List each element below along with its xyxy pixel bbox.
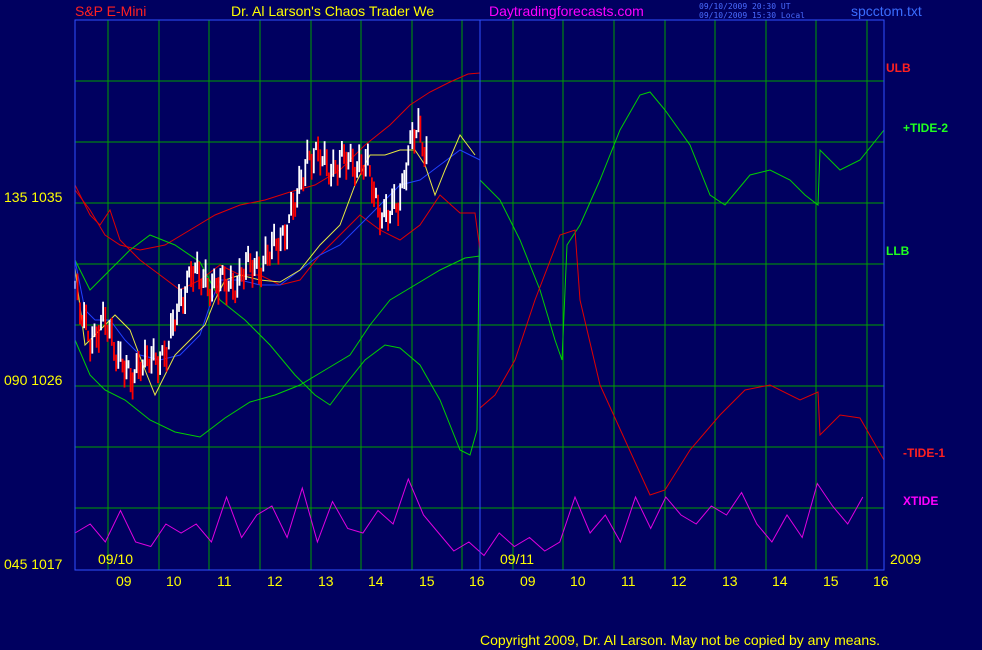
date-label: 2009	[890, 551, 922, 567]
timestamp-local: 09/10/2009 15:30 Local	[699, 11, 805, 20]
legend-ulb: ULB	[886, 61, 911, 75]
chart	[74, 19, 885, 571]
y-tick-label: 045 1017	[4, 556, 63, 572]
x-tick-label: 16	[469, 573, 485, 589]
legend-tide2: +TIDE-2	[903, 121, 949, 135]
price-bars	[74, 108, 428, 400]
legend-xtide: XTIDE	[903, 494, 939, 508]
date-label: 09/11	[500, 551, 534, 567]
x-tick-label: 13	[318, 573, 334, 589]
x-tick-label: 15	[419, 573, 435, 589]
legend-llb: LLB	[886, 244, 910, 258]
y-tick-label: 135 1035	[4, 189, 63, 205]
chart-title: Dr. Al Larson's Chaos Trader We	[231, 3, 435, 19]
date-label: 09/10	[98, 551, 134, 567]
x-tick-label: 12	[671, 573, 687, 589]
ulb-line	[74, 72, 481, 251]
x-tick-label: 10	[166, 573, 182, 589]
x-tick-label: 10	[570, 573, 586, 589]
copyright-text: Copyright 2009, Dr. Al Larson. May not b…	[480, 632, 881, 648]
filename-label: spcctom.txt	[851, 3, 922, 19]
legend-tide1: -TIDE-1	[903, 446, 945, 460]
symbol-label: S&P E-Mini	[75, 3, 147, 19]
website-label: Daytradingforecasts.com	[489, 3, 644, 19]
chart-frame	[74, 19, 885, 571]
y-tick-label: 090 1026	[4, 372, 63, 388]
x-tick-label: 09	[116, 573, 132, 589]
x-tick-label: 13	[722, 573, 738, 589]
timestamp-ut: 09/10/2009 20:30 UT	[699, 2, 791, 11]
x-tick-label: 15	[823, 573, 839, 589]
x-tick-label: 09	[520, 573, 536, 589]
x-tick-label: 11	[217, 573, 232, 589]
x-tick-label: 14	[772, 573, 788, 589]
x-tick-label: 16	[873, 573, 889, 589]
x-tick-label: 11	[621, 573, 636, 589]
x-tick-label: 12	[267, 573, 283, 589]
x-tick-label: 14	[368, 573, 384, 589]
trend-line	[74, 134, 476, 397]
xtide-line	[74, 477, 864, 557]
